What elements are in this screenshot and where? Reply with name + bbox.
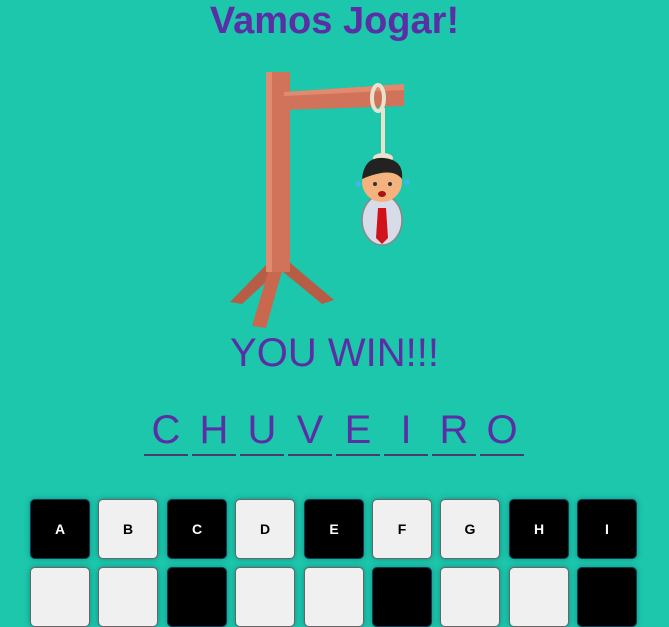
key-row2[interactable] [577, 567, 637, 627]
hangman-gallows [230, 72, 410, 328]
hanged-man-icon [355, 157, 410, 246]
key-h[interactable]: H [509, 499, 569, 559]
result-message: YOU WIN!!! [230, 331, 439, 375]
letter-slot: R [432, 406, 476, 456]
letter-slot: C [144, 406, 188, 456]
key-row2[interactable] [235, 567, 295, 627]
key-a[interactable]: A [30, 499, 90, 559]
key-row2[interactable] [98, 567, 158, 627]
key-row2[interactable] [30, 567, 90, 627]
word-display: C H U V E I R O [144, 406, 524, 456]
key-row2[interactable] [167, 567, 227, 627]
letter-slot: H [192, 406, 236, 456]
key-f[interactable]: F [372, 499, 432, 559]
letter-slot: E [336, 406, 380, 456]
key-row2[interactable] [509, 567, 569, 627]
letter-slot: O [480, 406, 524, 456]
key-i[interactable]: I [577, 499, 637, 559]
key-row2[interactable] [304, 567, 364, 627]
key-d[interactable]: D [235, 499, 295, 559]
key-g[interactable]: G [440, 499, 500, 559]
page-title: Vamos Jogar! [209, 0, 460, 42]
key-row2[interactable] [372, 567, 432, 627]
key-c[interactable]: C [167, 499, 227, 559]
key-e[interactable]: E [304, 499, 364, 559]
letter-slot: U [240, 406, 284, 456]
letter-slot: I [384, 406, 428, 456]
key-row2[interactable] [440, 567, 500, 627]
letter-slot: V [288, 406, 332, 456]
key-b[interactable]: B [98, 499, 158, 559]
